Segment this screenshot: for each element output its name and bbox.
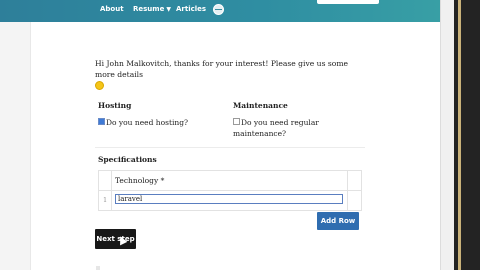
smile-emoji-icon: [95, 81, 104, 90]
language-globe-icon[interactable]: [213, 4, 224, 15]
technology-input[interactable]: laravel: [115, 194, 343, 204]
maintenance-checkbox-label-line2: maintenance?: [233, 129, 287, 138]
content-border: [30, 22, 31, 270]
nav-articles[interactable]: Articles: [176, 5, 206, 13]
hosting-heading: Hosting: [98, 101, 132, 110]
nav-about[interactable]: About: [100, 5, 124, 13]
specifications-heading: Specifications: [98, 155, 157, 164]
hosting-checkbox-label: Do you need hosting?: [106, 118, 189, 127]
nav-resume[interactable]: Resume ▼: [133, 5, 171, 13]
maintenance-checkbox[interactable]: [233, 118, 240, 125]
maintenance-checkbox-label-line1: Do you need regular: [241, 118, 319, 127]
maintenance-heading: Maintenance: [233, 101, 288, 110]
hosting-checkbox[interactable]: [98, 118, 105, 125]
section-divider: [95, 147, 365, 148]
maintenance-option[interactable]: Do you need regular maintenance?: [233, 117, 319, 139]
right-sidebar: [440, 0, 455, 270]
intro-text: Hi John Malkovitch, thanks for your inte…: [95, 59, 349, 79]
footer-marker: [96, 266, 100, 270]
top-navigation-bar: About Resume ▼ Articles: [0, 0, 480, 22]
intro-paragraph: Hi John Malkovitch, thanks for your inte…: [95, 58, 370, 92]
table-row-divider: [99, 190, 361, 191]
next-step-button[interactable]: Next step: [95, 229, 136, 249]
search-box[interactable]: [317, 0, 379, 4]
row-number: 1: [103, 196, 108, 204]
nav-resume-label: Resume: [133, 5, 165, 13]
window-frame-strip: [458, 0, 461, 270]
add-row-button[interactable]: Add Row: [317, 212, 359, 230]
chevron-down-icon[interactable]: ▼: [166, 6, 171, 13]
page-left-gutter: [0, 22, 30, 270]
specifications-table: Technology * 1 laravel: [98, 170, 362, 211]
hosting-option[interactable]: Do you need hosting?: [98, 117, 188, 128]
technology-column-header: Technology *: [115, 176, 165, 185]
